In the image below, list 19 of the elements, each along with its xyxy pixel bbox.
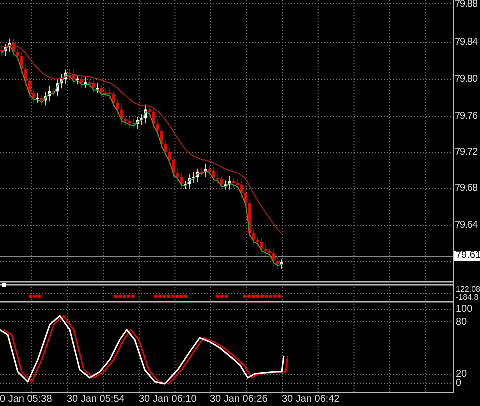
oscillator-axis-label: 0 [456,379,462,389]
time-axis-label: 30 Jan 05:54 [67,395,125,405]
price-axis-label: 79.64 [455,221,478,231]
price-axis-label: 79.88 [455,0,478,10]
indicator-axis-label: 122.08 [456,286,480,294]
price-axis-label: 79.80 [455,75,478,85]
indicator-axis-label: -184.8 [456,294,479,302]
price-axis-label: 79.68 [455,184,478,194]
time-axis-label: 30 Jan 06:26 [210,395,268,405]
oscillator-axis-label: 20 [456,370,468,380]
marker-icon [2,283,6,287]
time-axis-label: 30 Jan 06:42 [282,395,340,405]
time-axis-label: 30 Jan 06:10 [139,395,197,405]
oscillator-axis-label: 100 [456,305,473,315]
oscillator-axis-label: 80 [456,318,468,328]
price-axis-label: 79.84 [455,38,478,48]
time-axis-label: 0 Jan 05:38 [0,395,52,405]
price-axis-label: 79.76 [455,112,478,122]
price-axis-label: 79.72 [455,148,478,158]
